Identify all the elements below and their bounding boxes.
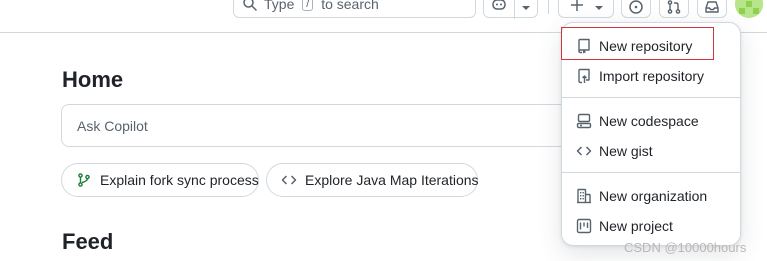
- ask-copilot-placeholder: Ask Copilot: [77, 117, 148, 134]
- menu-item-import-repository[interactable]: Import repository: [562, 61, 740, 91]
- menu-item-label: New codespace: [599, 113, 699, 129]
- suggestion-label: Explore Java Map Iterations: [305, 172, 479, 188]
- feed-title: Feed: [62, 229, 114, 254]
- issues-button[interactable]: [621, 0, 651, 18]
- repo-icon: [576, 38, 592, 54]
- code-icon: [281, 172, 297, 188]
- menu-item-label: New project: [599, 218, 673, 234]
- create-dropdown-menu: New repository Import repository New cod…: [561, 22, 741, 246]
- page-title: Home: [62, 67, 124, 92]
- suggestion-label: Explain fork sync process: [100, 172, 259, 188]
- plus-icon: [569, 0, 585, 13]
- git-pull-request-icon: [666, 0, 682, 15]
- repo-push-icon: [576, 68, 592, 84]
- inbox-icon: [704, 0, 720, 15]
- menu-item-label: New gist: [599, 143, 653, 159]
- menu-item-label: Import repository: [599, 68, 705, 84]
- create-new-button[interactable]: [558, 0, 614, 18]
- copilot-icon[interactable]: [491, 0, 507, 12]
- search-shortcut-key: /: [302, 0, 314, 11]
- menu-item-new-organization[interactable]: New organization: [562, 181, 740, 211]
- suggestion-chip-java-map[interactable]: Explore Java Map Iterations: [266, 163, 479, 197]
- triangle-down-icon[interactable]: [520, 0, 532, 10]
- menu-item-new-project[interactable]: New project: [562, 211, 740, 241]
- menu-divider: [562, 97, 740, 98]
- issue-opened-icon: [628, 0, 644, 15]
- menu-item-new-repository[interactable]: New repository: [562, 31, 740, 61]
- watermark: CSDN @10000hours: [624, 240, 747, 255]
- search-suffix-text: to search: [317, 0, 379, 12]
- triangle-down-icon: [593, 0, 605, 10]
- copilot-divider: [514, 0, 515, 19]
- project-icon: [576, 218, 592, 234]
- search-input[interactable]: Type / to search: [233, 0, 476, 18]
- copilot-button-group: [483, 0, 538, 19]
- search-prefix-text: Type: [264, 0, 299, 12]
- menu-item-new-codespace[interactable]: New codespace: [562, 106, 740, 136]
- menu-item-label: New organization: [599, 188, 708, 204]
- header-divider: [548, 0, 549, 14]
- codespaces-icon: [576, 113, 592, 129]
- git-branch-icon: [76, 172, 92, 188]
- inbox-button[interactable]: [697, 0, 727, 18]
- organization-icon: [576, 188, 592, 204]
- menu-divider: [562, 172, 740, 173]
- search-icon: [242, 0, 258, 12]
- page: Type / to search Home Ask Copilot Explai…: [0, 0, 767, 261]
- avatar[interactable]: [735, 0, 763, 18]
- suggestion-chip-fork-sync[interactable]: Explain fork sync process: [61, 163, 259, 197]
- code-icon: [576, 143, 592, 159]
- menu-item-new-gist[interactable]: New gist: [562, 136, 740, 166]
- menu-item-label: New repository: [599, 38, 693, 54]
- pull-requests-button[interactable]: [659, 0, 689, 18]
